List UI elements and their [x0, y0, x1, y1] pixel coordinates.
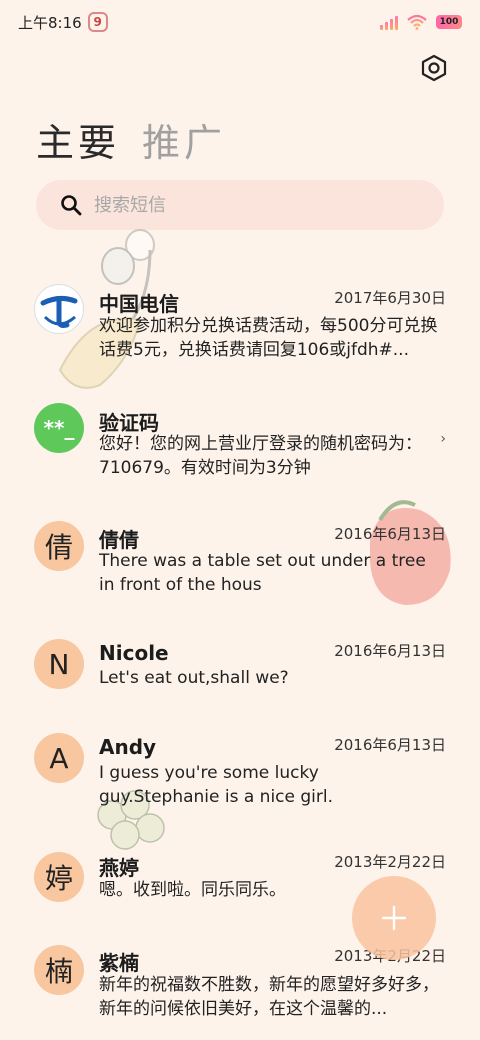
settings-button[interactable]: [418, 52, 450, 84]
message-date: 2016年6月13日: [334, 736, 446, 754]
battery-icon: 100: [436, 15, 462, 29]
sender-name: 紫楠: [99, 951, 139, 975]
china-telecom-logo-icon: [40, 295, 78, 328]
chevron-right-icon: ›: [440, 431, 446, 447]
sender-name: Nicole: [99, 641, 169, 665]
tab-bar: 主要 推广: [36, 112, 226, 167]
avatar: 倩: [34, 521, 84, 571]
avatar: **_: [34, 403, 84, 453]
list-item[interactable]: A Andy 2016年6月13日 I guess you're some lu…: [0, 733, 480, 833]
message-preview: 欢迎参加积分兑换话费活动，每500分可兑换话费5元，兑换话费请回复106或jfd…: [99, 316, 438, 360]
avatar: 楠: [34, 945, 84, 995]
message-date: 2013年2月22日: [334, 853, 446, 871]
message-date: 2016年6月13日: [334, 642, 446, 660]
message-preview: 您好！您的网上营业厅登录的随机密码为：710679。有效时间为3分钟: [99, 434, 422, 478]
message-preview: 新年的祝福数不胜数，新年的愿望好多好多，新年的问候依旧美好，在这个温馨的...: [99, 975, 439, 1019]
sender-name: Andy: [99, 735, 157, 759]
list-item[interactable]: N Nicole 2016年6月13日 Let's eat out,shall …: [0, 636, 480, 716]
list-item[interactable]: 倩 倩倩 2016年6月13日 There was a table set ou…: [0, 518, 480, 618]
message-preview: Let's eat out,shall we?: [99, 668, 289, 688]
message-preview: I guess you're some lucky guy.Stephanie …: [99, 763, 334, 807]
avatar: [34, 284, 84, 334]
message-date: 2017年6月30日: [334, 289, 446, 307]
avatar: 婷: [34, 852, 84, 902]
hexagon-gear-icon: [421, 54, 447, 82]
search-input[interactable]: [94, 194, 394, 216]
sender-name: 中国电信: [99, 292, 179, 316]
message-date: 2016年6月13日: [334, 525, 446, 543]
avatar: A: [34, 733, 84, 783]
tab-main[interactable]: 主要: [36, 112, 120, 167]
tab-promotion[interactable]: 推广: [142, 112, 226, 167]
avatar: N: [34, 639, 84, 689]
status-bar: 上午8:16 9 100: [0, 0, 480, 44]
message-preview: There was a table set out under a tree i…: [99, 551, 426, 595]
search-bar[interactable]: [36, 180, 444, 230]
list-item[interactable]: **_ 验证码 您好！您的网上营业厅登录的随机密码为：710679。有效时间为3…: [0, 400, 480, 500]
plus-icon: [381, 905, 407, 931]
signal-icon: [380, 14, 398, 30]
search-icon: [61, 195, 82, 216]
status-time: 上午8:16: [18, 13, 82, 32]
new-message-button[interactable]: [352, 876, 436, 960]
list-item[interactable]: 中国电信 2017年6月30日 欢迎参加积分兑换话费活动，每500分可兑换话费5…: [0, 280, 480, 390]
notification-icon: 9: [87, 12, 108, 32]
wifi-icon: [407, 14, 427, 30]
sender-name: 燕婷: [99, 856, 139, 880]
